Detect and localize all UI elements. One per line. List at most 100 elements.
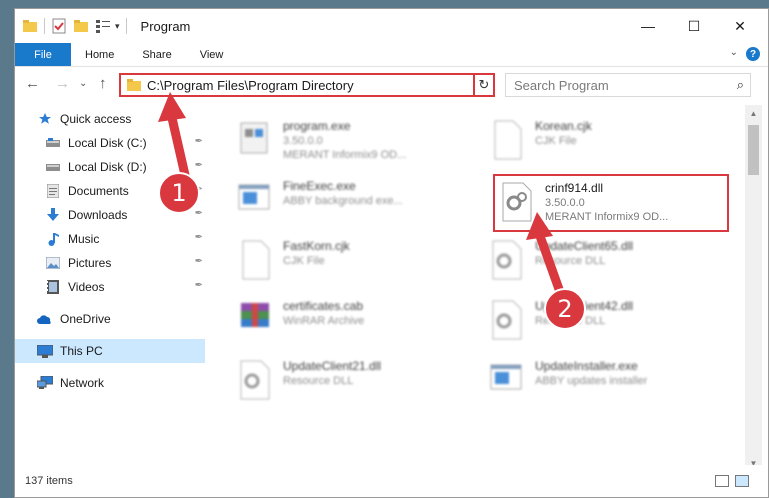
file-item[interactable]: UpdateInstaller.exe ABBY updates install… [487,355,737,413]
separator [125,18,127,34]
dll-gear-icon [240,360,270,400]
file-name: FineExec.exe [283,179,356,193]
file-description: ABBY background exe... [283,195,403,207]
file-name: UpdateClient65.dll [535,239,634,253]
nav-item-local-disk-c[interactable]: Local Disk (C:) ✒ [15,131,205,155]
file-item[interactable]: Korean.cjk CJK File [487,115,737,173]
file-icon [494,120,522,160]
window-title: Program [140,18,191,34]
tab-share[interactable]: Share [128,43,185,66]
ribbon-tabs: File Home Share View ⌄ ? [15,43,768,67]
file-description: MERANT Informix9 OD... [283,149,407,161]
nav-item-label: This PC [60,344,103,358]
nav-item-pictures[interactable]: Pictures ✒ [15,251,205,275]
archive-icon [241,303,269,327]
view-options-icon[interactable] [95,18,111,34]
maximize-button[interactable]: ☐ [671,9,717,43]
star-icon [37,111,53,127]
address-path[interactable]: C:\Program Files\Program Directory [147,78,354,93]
tab-view[interactable]: View [186,43,238,66]
properties-icon[interactable] [51,18,67,34]
file-list: program.exe 3.50.0.0 MERANT Informix9 OD… [211,105,745,471]
tab-file[interactable]: File [15,43,71,66]
nav-item-label: Local Disk (D:) [68,160,147,174]
new-folder-icon[interactable] [73,18,89,34]
nav-item-onedrive[interactable]: OneDrive [15,307,205,331]
minimize-button[interactable]: — [625,9,671,43]
search-input[interactable]: Search Program ⌕ [505,73,751,97]
help-icon[interactable]: ? [746,47,760,61]
nav-item-music[interactable]: Music ✒ [15,227,205,251]
nav-item-videos[interactable]: Videos ✒ [15,275,205,299]
cloud-icon [37,311,53,327]
address-row: ← → ⌄ ↑ C:\Program Files\Program Directo… [15,67,768,101]
file-highlight-box [493,174,729,232]
file-item[interactable]: program.exe 3.50.0.0 MERANT Informix9 OD… [235,115,485,173]
file-description: ABBY updates installer [535,375,648,387]
forward-button[interactable]: → [55,75,70,92]
pin-icon[interactable]: ✒ [195,160,203,171]
exe-icon [238,184,270,210]
nav-item-label: Music [68,232,100,246]
file-type: CJK File [283,255,325,267]
file-type: Resource DLL [535,255,606,267]
nav-item-this-pc[interactable]: This PC [15,339,205,363]
nav-item-label: Documents [68,184,129,198]
scroll-up-icon[interactable]: ▲ [745,105,762,121]
pin-icon[interactable]: ✒ [195,208,203,219]
nav-item-label: Pictures [68,256,112,270]
drive-icon [45,135,61,151]
file-type: WinRAR Archive [283,315,365,327]
folder-icon [23,20,37,32]
videos-icon [45,279,61,295]
navigation-pane: Quick access Local Disk (C:) ✒ Local Dis… [15,105,207,465]
nav-item-network[interactable]: Network [15,371,205,395]
file-item[interactable]: FineExec.exe ABBY background exe... [235,175,485,233]
recent-locations-button[interactable]: ⌄ [79,78,87,89]
file-icon [242,240,270,280]
up-button[interactable]: ↑ [99,75,107,92]
pin-icon[interactable]: ✒ [195,136,203,147]
documents-icon [45,183,61,199]
download-icon [45,207,61,223]
pin-icon[interactable]: ✒ [195,280,203,291]
tab-home[interactable]: Home [71,43,128,66]
drive-icon [45,159,61,175]
nav-item-quick-access[interactable]: Quick access [15,107,205,131]
exe-icon [490,364,522,390]
file-name: FastKorn.cjk [283,239,350,253]
computer-icon [37,343,53,359]
status-bar: 137 items [15,465,768,497]
address-bar[interactable]: C:\Program Files\Program Directory ⌄ [119,73,493,97]
scroll-thumb[interactable] [748,125,759,175]
pictures-icon [45,255,61,271]
ribbon-expand-icon[interactable]: ⌄ [730,47,738,58]
pin-icon[interactable]: ✒ [195,256,203,267]
music-icon [45,231,61,247]
file-item[interactable]: UpdateClient65.dll Resource DLL [487,235,737,293]
vertical-scrollbar[interactable]: ▲ ▼ [745,105,762,471]
qa-dropdown-icon[interactable]: ▾ [115,21,120,32]
close-button[interactable]: ✕ [717,9,763,43]
search-icon[interactable]: ⌕ [737,77,744,93]
nav-item-label: Quick access [60,112,132,126]
file-item[interactable]: UpdateClient42.dll Resource DLL [487,295,737,353]
file-item[interactable]: UpdateClient21.dll Resource DLL [235,355,485,413]
file-type: Resource DLL [283,375,354,387]
title-bar: ▾ Program — ☐ ✕ [15,9,768,43]
file-item[interactable]: certificates.cab WinRAR Archive [235,295,485,353]
file-name: UpdateInstaller.exe [535,359,638,373]
large-icons-view-icon[interactable] [735,475,749,487]
file-type: CJK File [535,135,577,147]
file-item[interactable]: FastKorn.cjk CJK File [235,235,485,293]
file-name: certificates.cab [283,299,364,313]
callout-badge-1: 1 [158,172,200,214]
pin-icon[interactable]: ✒ [195,232,203,243]
details-view-icon[interactable] [715,475,729,487]
back-button[interactable]: ← [25,75,40,92]
item-count: 137 items [25,475,73,487]
refresh-button[interactable]: ↻ [473,73,495,97]
file-name: program.exe [283,119,351,133]
separator [44,18,45,34]
network-icon [37,375,53,391]
